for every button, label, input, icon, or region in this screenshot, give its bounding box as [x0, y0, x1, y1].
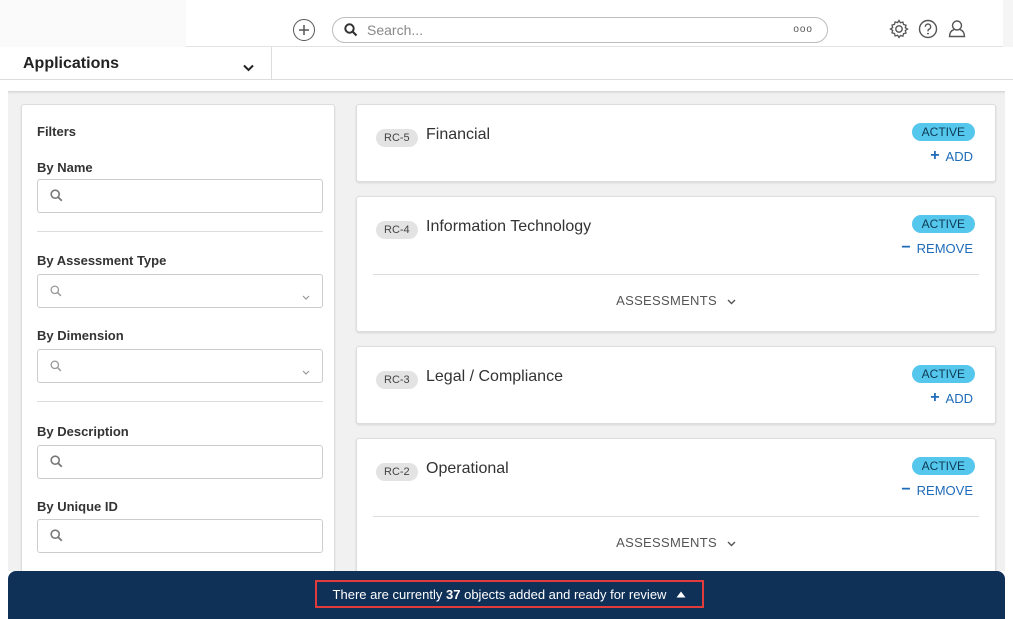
assessments-toggle[interactable]: ASSESSMENTS: [357, 535, 995, 550]
chevron-down-icon: [302, 288, 310, 306]
card-title: Legal / Compliance: [426, 368, 563, 385]
review-banner: There are currently 37 objects added and…: [8, 571, 1005, 619]
divider: [373, 274, 979, 275]
risk-category-card: RC-3 Legal / Compliance ACTIVE + ADD: [356, 346, 996, 424]
status-badge: ACTIVE: [911, 365, 975, 383]
help-icon[interactable]: [916, 17, 940, 41]
caret-up-icon[interactable]: [676, 591, 686, 598]
review-message-highlight[interactable]: There are currently 37 objects added and…: [315, 580, 704, 608]
search-icon: [50, 284, 62, 302]
card-title: Financial: [426, 126, 491, 143]
search-options-icon[interactable]: ooo: [793, 24, 813, 35]
code-badge: RC-3: [376, 371, 418, 389]
assessments-toggle[interactable]: ASSESSMENTS: [357, 293, 995, 308]
user-icon[interactable]: [945, 17, 969, 41]
review-message: There are currently 37 objects added and…: [333, 587, 667, 602]
window-edge: [1003, 0, 1013, 47]
chevron-down-icon: [727, 299, 736, 305]
search-input[interactable]: [367, 21, 747, 39]
code-badge: RC-5: [376, 129, 418, 147]
chevron-down-icon: [243, 59, 254, 77]
risk-category-card: RC-2 Operational ACTIVE − REMOVE ASSESSM…: [356, 438, 996, 571]
remove-button[interactable]: − REMOVE: [901, 481, 973, 499]
collapsed-panel-edge: [8, 80, 1005, 92]
search-icon: [50, 455, 63, 473]
divider: [37, 231, 323, 232]
by-name-input[interactable]: [37, 179, 323, 213]
status-badge: ACTIVE: [911, 123, 975, 141]
add-label: ADD: [945, 148, 973, 164]
review-message-suffix: objects added and ready for review: [464, 586, 667, 602]
status-badge: ACTIVE: [911, 215, 975, 233]
by-dimension-label: By Dimension: [37, 328, 124, 343]
search-icon: [50, 189, 63, 207]
code-badge: RC-4: [376, 221, 418, 239]
by-assessment-type-label: By Assessment Type: [37, 253, 167, 268]
add-label: ADD: [945, 390, 973, 406]
minus-icon: −: [901, 239, 911, 256]
by-unique-id-input[interactable]: [37, 519, 323, 553]
plus-circle-icon[interactable]: [293, 19, 315, 41]
filters-panel: Filters By Name By Assessment Type By Di…: [21, 104, 335, 571]
remove-label: REMOVE: [916, 482, 973, 498]
add-button[interactable]: + ADD: [930, 147, 973, 165]
review-message-prefix: There are currently: [332, 586, 443, 602]
filters-title: Filters: [37, 124, 77, 139]
by-dimension-select[interactable]: [37, 349, 323, 383]
chevron-down-icon: [727, 541, 736, 547]
chevron-down-icon: [302, 363, 310, 381]
applications-label: Applications: [23, 55, 120, 72]
by-unique-id-label: By Unique ID: [37, 499, 118, 514]
status-badge: ACTIVE: [911, 457, 975, 475]
search-icon: [50, 359, 62, 377]
main-content: Filters By Name By Assessment Type By Di…: [8, 80, 1005, 571]
sub-header: Applications: [0, 47, 1013, 80]
assessments-label: ASSESSMENTS: [616, 535, 717, 550]
top-bar-left-area: [0, 0, 186, 47]
applications-dropdown[interactable]: Applications: [0, 47, 272, 80]
by-name-label: By Name: [37, 160, 93, 175]
object-count: 37: [446, 586, 461, 602]
minus-icon: −: [901, 481, 911, 498]
gear-icon[interactable]: [887, 17, 911, 41]
assessments-label: ASSESSMENTS: [616, 293, 717, 308]
search-icon: [344, 23, 358, 42]
by-description-label: By Description: [37, 424, 129, 439]
search-icon: [50, 529, 63, 547]
card-title: Information Technology: [426, 218, 592, 235]
plus-icon: +: [930, 147, 940, 164]
search-bar[interactable]: ooo: [332, 17, 828, 43]
divider: [373, 516, 979, 517]
remove-button[interactable]: − REMOVE: [901, 239, 973, 257]
by-description-input[interactable]: [37, 445, 323, 479]
remove-label: REMOVE: [916, 240, 973, 256]
plus-icon: +: [930, 389, 940, 406]
risk-category-card: RC-5 Financial ACTIVE + ADD: [356, 104, 996, 182]
code-badge: RC-2: [376, 463, 418, 481]
card-title: Operational: [426, 460, 509, 477]
by-assessment-type-select[interactable]: [37, 274, 323, 308]
divider: [37, 401, 323, 402]
risk-category-card: RC-4 Information Technology ACTIVE − REM…: [356, 196, 996, 332]
add-button[interactable]: + ADD: [930, 389, 973, 407]
top-bar: ooo: [0, 0, 1013, 47]
